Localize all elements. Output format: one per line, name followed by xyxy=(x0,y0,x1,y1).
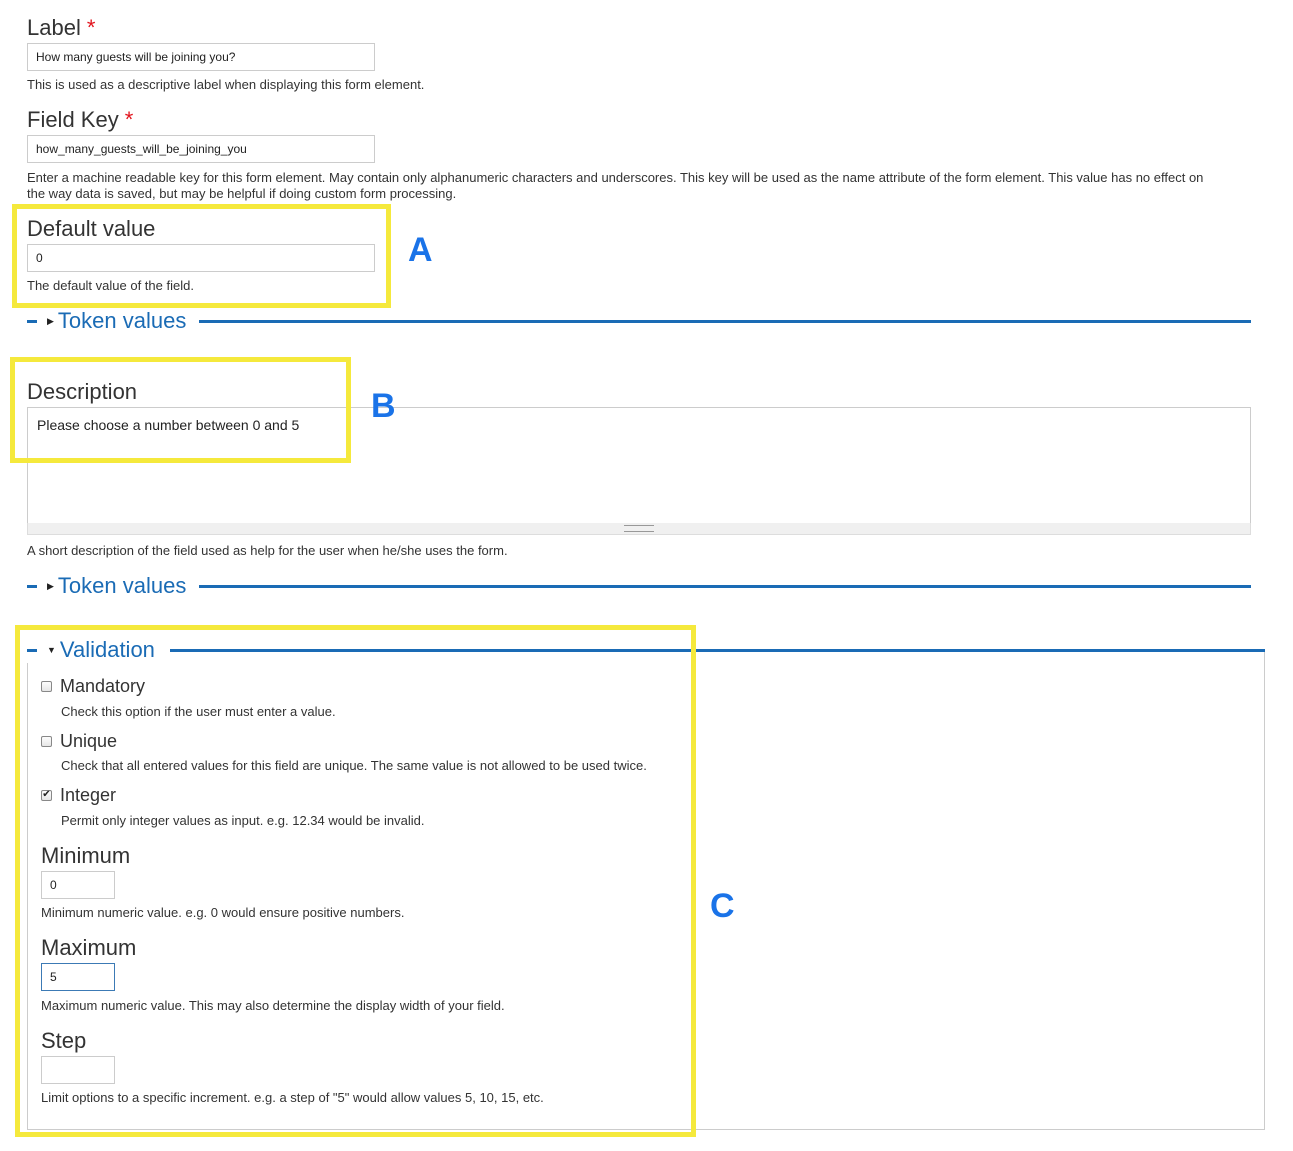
highlight-box-a xyxy=(12,204,391,308)
field-key-title: Field Key * xyxy=(27,107,133,133)
label-field-title: Label * xyxy=(27,15,95,41)
required-mark: * xyxy=(124,107,134,132)
triangle-right-icon: ▶ xyxy=(47,580,54,591)
token-values-toggle-2[interactable]: ▶ Token values xyxy=(27,573,186,599)
fieldset-border-line xyxy=(199,320,1251,323)
field-key-input[interactable] xyxy=(27,135,375,163)
field-key-help-line1: Enter a machine readable key for this fo… xyxy=(27,170,1204,185)
annotation-label-c: C xyxy=(710,887,735,925)
fieldset-border-dash xyxy=(27,319,37,323)
annotation-label-a: A xyxy=(408,231,433,269)
label-input[interactable] xyxy=(27,43,375,71)
highlight-box-c xyxy=(15,625,696,1137)
label-help: This is used as a descriptive label when… xyxy=(27,77,425,92)
required-mark: * xyxy=(86,15,96,40)
description-help: A short description of the field used as… xyxy=(27,543,508,558)
token-values-title-1[interactable]: Token values xyxy=(58,308,186,334)
field-key-label-text: Field Key xyxy=(27,107,119,132)
token-values-toggle-1[interactable]: ▶ Token values xyxy=(27,308,186,334)
field-key-help: Enter a machine readable key for this fo… xyxy=(27,170,1267,202)
triangle-right-icon: ▶ xyxy=(47,315,54,326)
label-field-label-text: Label xyxy=(27,15,81,40)
field-key-help-line2: the way data is saved, but may be helpfu… xyxy=(27,186,457,201)
textarea-resize-grip[interactable] xyxy=(27,523,1251,535)
fieldset-border-dash xyxy=(27,584,37,588)
fieldset-border-line xyxy=(199,585,1251,588)
token-values-title-2[interactable]: Token values xyxy=(58,573,186,599)
annotation-label-b: B xyxy=(371,387,396,425)
highlight-box-b xyxy=(10,357,351,463)
grip-icon xyxy=(624,525,654,532)
